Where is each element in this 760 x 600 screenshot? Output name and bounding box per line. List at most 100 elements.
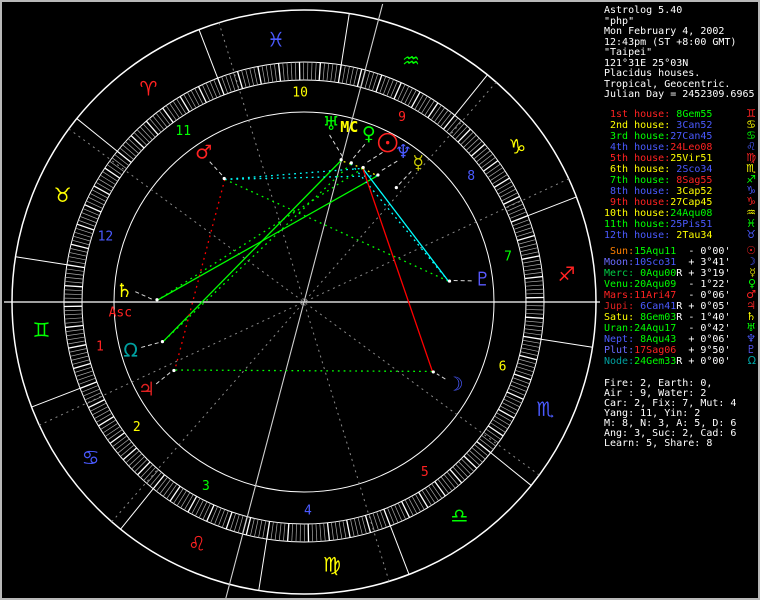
degree-tick	[241, 70, 247, 88]
degree-tick	[341, 65, 346, 84]
wheel-house-number-9: 9	[398, 110, 406, 125]
degree-tick	[521, 251, 539, 256]
degree-tick	[67, 260, 86, 265]
degree-tick	[519, 354, 538, 361]
degree-tick	[501, 402, 519, 411]
planet-glyph-icon: ♇	[746, 342, 756, 356]
degree-tick	[518, 358, 537, 365]
degree-tick	[146, 469, 159, 484]
degree-tick	[134, 458, 148, 473]
degree-tick	[394, 504, 403, 522]
degree-tick	[109, 432, 125, 444]
degree-tick	[471, 447, 486, 460]
degree-tick	[131, 456, 145, 470]
degree-tick	[145, 120, 159, 136]
planet-pointer	[398, 171, 412, 185]
degree-tick	[493, 177, 510, 188]
degree-tick	[183, 494, 194, 511]
degree-tick	[201, 84, 211, 102]
planet-pointer	[352, 144, 366, 160]
degree-tick	[414, 93, 425, 110]
degree-tick	[112, 435, 128, 447]
degree-tick	[254, 519, 259, 537]
degree-tick	[440, 112, 452, 128]
degree-tick	[166, 483, 178, 499]
degree-tick	[89, 193, 107, 202]
degree-tick	[66, 336, 85, 341]
sign-boundary	[541, 338, 593, 348]
degree-tick	[64, 293, 83, 295]
degree-tick	[520, 351, 539, 356]
degree-tick	[64, 317, 83, 320]
house-row: 12th house: 2Tau34 ♉	[604, 227, 756, 241]
degree-tick	[84, 392, 102, 401]
degree-tick	[257, 66, 262, 85]
degree-tick	[437, 109, 449, 125]
degree-tick	[525, 316, 544, 320]
degree-tick	[466, 452, 481, 466]
degree-tick	[463, 455, 478, 469]
wheel-planet-merc: ☿	[412, 152, 424, 174]
degree-tick	[404, 499, 414, 516]
degree-tick	[102, 171, 118, 182]
planet-position-dot	[222, 176, 226, 181]
aspect-square-Mars-Jupi	[174, 179, 226, 371]
degree-tick	[401, 501, 411, 518]
degree-tick	[209, 81, 218, 98]
sign-boundary	[120, 488, 154, 530]
planet-glyph-icon: ♀	[747, 276, 756, 290]
wheel-planet-sun-dot	[385, 140, 390, 145]
degree-tick	[162, 107, 174, 123]
degree-tick	[411, 495, 421, 512]
degree-tick	[86, 200, 103, 209]
planet-row: Merc: 0Aqu00 R + 3°19' ☿	[604, 265, 756, 279]
planet-row: Venu: 20Aqu09 - 1°22' ♀	[604, 276, 756, 290]
planet-position-dot	[172, 368, 176, 373]
degree-tick	[143, 466, 156, 481]
degree-tick	[187, 496, 198, 513]
degree-tick	[149, 472, 162, 487]
planet-row: Plut: 17Sag06 + 9°50' ♇	[604, 342, 756, 356]
degree-tick	[525, 312, 544, 315]
aspect-sextile-Venu-Plut	[350, 163, 450, 282]
degree-tick	[102, 422, 119, 434]
degree-tick	[397, 84, 406, 101]
degree-tick	[331, 522, 334, 541]
degree-tick	[71, 239, 90, 246]
degree-tick	[197, 86, 207, 103]
degree-tick	[180, 492, 191, 509]
degree-tick	[191, 498, 201, 515]
degree-tick	[274, 63, 277, 82]
house-row: 10th house: 24Aqu08 ♒	[604, 205, 756, 219]
degree-tick	[522, 259, 541, 264]
wheel-house-number-10: 10	[292, 86, 308, 101]
degree-tick	[295, 523, 297, 542]
degree-tick	[524, 275, 543, 280]
degree-tick	[69, 248, 88, 253]
degree-tick	[524, 328, 543, 332]
degree-tick	[111, 157, 127, 169]
degree-tick	[427, 102, 439, 119]
degree-tick	[127, 138, 142, 152]
degree-tick	[104, 167, 121, 179]
degree-tick	[162, 481, 175, 497]
degree-tick	[70, 243, 89, 250]
degree-tick	[455, 463, 469, 478]
planet-pointer	[436, 373, 446, 380]
degree-tick	[125, 141, 140, 154]
degree-tick	[460, 131, 474, 146]
degree-tick	[499, 188, 516, 198]
degree-tick	[86, 395, 104, 405]
degree-tick	[476, 440, 492, 454]
degree-tick	[322, 62, 325, 81]
degree-tick	[66, 264, 85, 269]
planet-position-dot	[361, 165, 365, 170]
degree-tick	[490, 422, 506, 433]
degree-tick	[278, 522, 282, 541]
aspect-conjunction-Sun-Venu	[350, 163, 363, 169]
sign-glyph-icon: ♐	[746, 172, 756, 186]
degree-tick	[519, 243, 537, 249]
degree-tick	[74, 231, 92, 238]
degree-tick	[100, 174, 116, 185]
degree-tick	[122, 144, 137, 157]
